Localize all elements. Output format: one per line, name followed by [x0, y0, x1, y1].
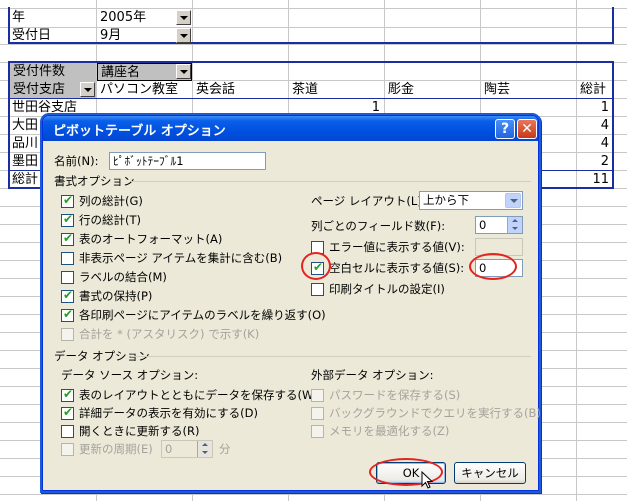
table-cell-total: 4	[600, 136, 609, 151]
close-icon[interactable]: ✕	[517, 119, 537, 139]
page-layout-value: 上から下	[423, 193, 469, 207]
help-icon[interactable]: ?	[495, 119, 515, 139]
col-grand-total-checkbox[interactable]	[61, 193, 74, 208]
spinner-icon	[197, 441, 212, 457]
background-query-label: バックグラウンドでクエリを実行する(B)	[329, 406, 541, 420]
print-titles-checkbox[interactable]	[311, 283, 324, 296]
refresh-interval-label: 更新の周期(E)	[79, 442, 153, 456]
row-header-grand-total: 総計	[12, 172, 39, 187]
refresh-interval-value: 0	[165, 442, 173, 456]
optimize-memory-checkbox	[311, 425, 324, 438]
preserve-format-label[interactable]: 書式の保持(P)	[79, 289, 152, 303]
asterisk-totals-label: 合計を * (アスタリスク) で示す(K)	[79, 327, 260, 341]
save-data-checkbox[interactable]	[61, 387, 74, 402]
row-header: 大田	[12, 118, 39, 133]
row-grand-total-label[interactable]: 行の総計(T)	[79, 213, 141, 227]
dialog-titlebar[interactable]: ピボットテーブル オプション ? ✕	[43, 116, 538, 141]
table-cell-total: 2	[600, 154, 609, 169]
refresh-on-open-label[interactable]: 開くときに更新する(R)	[79, 424, 199, 438]
chevron-down-icon[interactable]	[505, 193, 521, 208]
col-header: 総計	[580, 82, 607, 97]
name-label: 名前(N):	[54, 154, 99, 168]
format-section-divider	[131, 181, 531, 182]
table-cell-total: 4	[600, 118, 609, 133]
save-password-checkbox	[311, 389, 324, 402]
refresh-on-open-checkbox[interactable]	[61, 425, 74, 438]
repeat-labels-checkbox[interactable]	[61, 307, 74, 322]
print-titles-label[interactable]: 印刷タイトルの設定(I)	[329, 282, 445, 296]
cancel-button[interactable]: キャンセル	[454, 462, 526, 484]
table-cell-total: 1	[600, 100, 609, 115]
asterisk-totals-checkbox	[61, 328, 74, 341]
source-section-title: データ ソース オプション:	[61, 368, 199, 382]
external-section-title: 外部データ オプション:	[311, 368, 434, 382]
fields-per-column-value: 0	[479, 218, 487, 232]
dialog-title: ピボットテーブル オプション	[53, 124, 226, 139]
autoformat-label[interactable]: 表のオートフォーマット(A)	[79, 232, 222, 246]
page-field-year-label: 年	[12, 10, 26, 25]
annotation-circle-empty-value	[469, 253, 517, 280]
enable-drilldown-checkbox[interactable]	[61, 405, 74, 420]
autoformat-checkbox[interactable]	[61, 231, 74, 246]
table-cell-grand-total: 11	[592, 172, 609, 187]
hidden-items-label[interactable]: 非表示ページ アイテムを集計に含む(B)	[79, 251, 282, 265]
pivot-options-dialog: ピボットテーブル オプション ? ✕ 名前(N): ﾋﾟﾎﾞｯﾄﾃｰﾌﾞﾙ1 書…	[42, 115, 541, 491]
col-grand-total-label[interactable]: 列の総計(G)	[79, 194, 143, 208]
save-data-label[interactable]: 表のレイアウトとともにデータを保存する(W)	[79, 388, 318, 402]
col-header: 英会話	[196, 82, 236, 97]
optimize-memory-label: メモリを最適化する(Z)	[329, 424, 450, 438]
repeat-labels-label[interactable]: 各印刷ページにアイテムのラベルを繰り返す(O)	[79, 308, 326, 322]
date-dropdown-icon[interactable]	[176, 28, 191, 43]
hidden-items-checkbox[interactable]	[61, 252, 74, 265]
fields-per-column-stepper[interactable]: 0	[475, 216, 523, 234]
row-header: 墨田	[12, 154, 39, 169]
name-input[interactable]: ﾋﾟﾎﾞｯﾄﾃｰﾌﾞﾙ1	[109, 152, 266, 170]
minutes-label: 分	[219, 442, 231, 456]
row-grand-total-checkbox[interactable]	[61, 212, 74, 227]
enable-drilldown-label[interactable]: 詳細データの表示を有効にする(D)	[79, 406, 258, 420]
refresh-interval-checkbox	[61, 443, 74, 456]
col-header: 茶道	[292, 82, 319, 97]
preserve-format-checkbox[interactable]	[61, 288, 74, 303]
data-field-button[interactable]: 受付件数	[10, 63, 96, 81]
annotation-circle-checkbox	[301, 252, 331, 280]
background-query-checkbox	[311, 407, 324, 420]
mouse-cursor-icon	[421, 471, 433, 489]
refresh-interval-stepper: 0	[161, 440, 213, 458]
page-layout-select[interactable]: 上から下	[419, 191, 523, 210]
row-field-dropdown-icon[interactable]	[80, 82, 95, 97]
row-header: 品川	[12, 136, 39, 151]
year-dropdown-icon[interactable]	[176, 10, 191, 25]
spinner-icon[interactable]	[507, 217, 522, 233]
save-password-label: パスワードを保存する(S)	[329, 388, 461, 402]
fields-per-column-label: 列ごとのフィールド数(F):	[311, 219, 446, 233]
page-layout-label: ページ レイアウト(L):	[311, 194, 426, 208]
col-header: 陶芸	[484, 82, 511, 97]
empty-cells-label[interactable]: 空白セルに表示する値(S):	[329, 261, 464, 275]
col-header: 彫金	[388, 82, 415, 97]
format-section-title: 書式オプション	[54, 174, 135, 188]
column-field-dropdown-icon[interactable]	[176, 64, 191, 79]
merge-labels-checkbox[interactable]	[61, 271, 74, 284]
col-header: パソコン教室	[100, 82, 179, 97]
page-field-date-label: 受付日	[12, 28, 52, 43]
data-section-divider	[131, 356, 531, 357]
error-value-label[interactable]: エラー値に表示する値(V):	[329, 240, 465, 254]
merge-labels-label[interactable]: ラベルの結合(M)	[79, 270, 167, 284]
